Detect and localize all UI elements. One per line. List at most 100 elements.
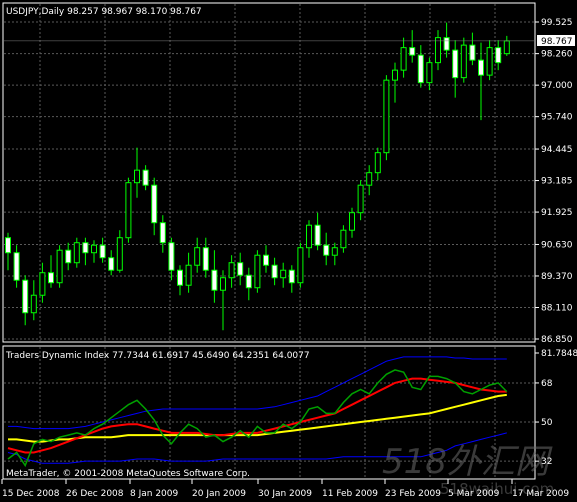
candle-body: [159, 222, 166, 244]
candle-body: [177, 269, 183, 286]
candle-body: [392, 69, 398, 81]
date-axis-label: 20 Jan 2009: [192, 489, 246, 499]
candle: [271, 257, 278, 286]
price-axis-label: 94.445: [541, 145, 573, 155]
candle: [392, 62, 398, 103]
candle-body: [306, 224, 312, 249]
candle: [91, 240, 97, 263]
candle: [22, 275, 29, 326]
candle: [220, 270, 226, 331]
candle: [125, 177, 132, 243]
candle-body: [486, 47, 493, 76]
candle-body: [65, 249, 72, 264]
candle: [108, 250, 115, 276]
current-price-tag: 98.767: [537, 35, 575, 47]
candle-body: [116, 237, 123, 271]
candle: [478, 42, 484, 121]
indicator-panel-title: Traders Dynamic Index 77.7344 61.6917 45…: [5, 351, 310, 361]
candle-body: [82, 242, 89, 254]
candle-body: [168, 242, 175, 271]
indicator-axis-label: 68: [541, 379, 553, 389]
date-axis-label: 11 Feb 2009: [322, 489, 378, 499]
candle-body: [366, 172, 373, 186]
candle-body: [245, 274, 252, 289]
candle-body: [142, 169, 149, 186]
candle-body: [39, 272, 46, 296]
candle: [134, 147, 140, 198]
candle-body: [452, 49, 459, 79]
candle: [48, 255, 54, 288]
candle-body: [331, 247, 338, 256]
candle: [56, 245, 63, 288]
candle: [237, 252, 244, 286]
candle: [254, 250, 261, 293]
candle: [211, 250, 218, 303]
current-price-tag-label: 98.767: [541, 37, 573, 47]
candle-body: [478, 59, 484, 76]
copyright-text: MetaTrader, © 2001-2008 MetaQuotes Softw…: [6, 469, 250, 479]
indicator-axis-label: 81.7848: [541, 349, 577, 359]
candle-body: [263, 254, 269, 266]
candle: [39, 262, 46, 303]
date-axis-label: 5 Mar 2009: [448, 489, 500, 499]
candle: [374, 147, 381, 181]
candle: [177, 265, 183, 296]
candle-body: [30, 294, 37, 314]
candle-body: [194, 247, 201, 266]
candle: [13, 245, 20, 288]
candle: [306, 220, 312, 258]
candle: [30, 280, 37, 321]
candle-body: [237, 262, 244, 276]
price-axis-label: 93.185: [541, 177, 573, 187]
candle-body: [134, 169, 140, 184]
candle: [460, 37, 467, 83]
candle-body: [108, 257, 115, 271]
candle: [288, 265, 295, 293]
candle-body: [5, 237, 11, 254]
candle-body: [99, 244, 106, 259]
candle: [297, 242, 304, 288]
candle: [228, 255, 235, 288]
price-axis-label: 86.850: [541, 335, 573, 345]
candle-body: [254, 254, 261, 289]
candle: [469, 32, 476, 66]
candle: [443, 22, 450, 58]
candle: [383, 75, 390, 161]
watermark-main: 518外汇网: [382, 442, 553, 482]
candle-body: [374, 152, 381, 174]
candle-body: [271, 264, 278, 279]
date-axis-label: 15 Dec 2008: [2, 489, 60, 499]
price-axis-label: 97.000: [541, 81, 573, 91]
candle-body: [383, 79, 390, 154]
candle-body: [73, 242, 80, 264]
price-panel-title: USDJPY,Daily 98.257 98.967 98.170 98.767: [6, 7, 202, 17]
candle-body: [357, 184, 364, 214]
tdi-line-blue: [8, 356, 507, 430]
candle: [159, 215, 166, 253]
candle-body: [228, 262, 235, 279]
candle: [495, 40, 502, 71]
candle: [263, 245, 269, 273]
candle-body: [426, 62, 433, 84]
candle: [323, 232, 330, 266]
candle-body: [460, 44, 467, 79]
candle-body: [22, 279, 29, 314]
candlestick-series: [4, 22, 534, 331]
candle: [400, 37, 407, 78]
candle: [409, 30, 416, 63]
candle-body: [435, 37, 441, 64]
candle: [116, 230, 123, 273]
candle: [185, 252, 192, 293]
date-axis-label: 30 Jan 2009: [258, 489, 312, 499]
candle-body: [495, 47, 502, 64]
price-axis-label: 91.925: [541, 208, 573, 218]
candle: [357, 180, 364, 221]
candle-body: [297, 247, 304, 284]
candle: [486, 40, 493, 81]
candle: [151, 177, 158, 236]
price-axis-label: 95.740: [541, 113, 573, 123]
candle: [99, 237, 106, 263]
candle-body: [151, 184, 158, 224]
metatrader-chart[interactable]: 518外汇网 518waihui.com USDJPY,Daily 98.257…: [0, 0, 577, 502]
indicator-axis-label: 32: [541, 457, 552, 467]
